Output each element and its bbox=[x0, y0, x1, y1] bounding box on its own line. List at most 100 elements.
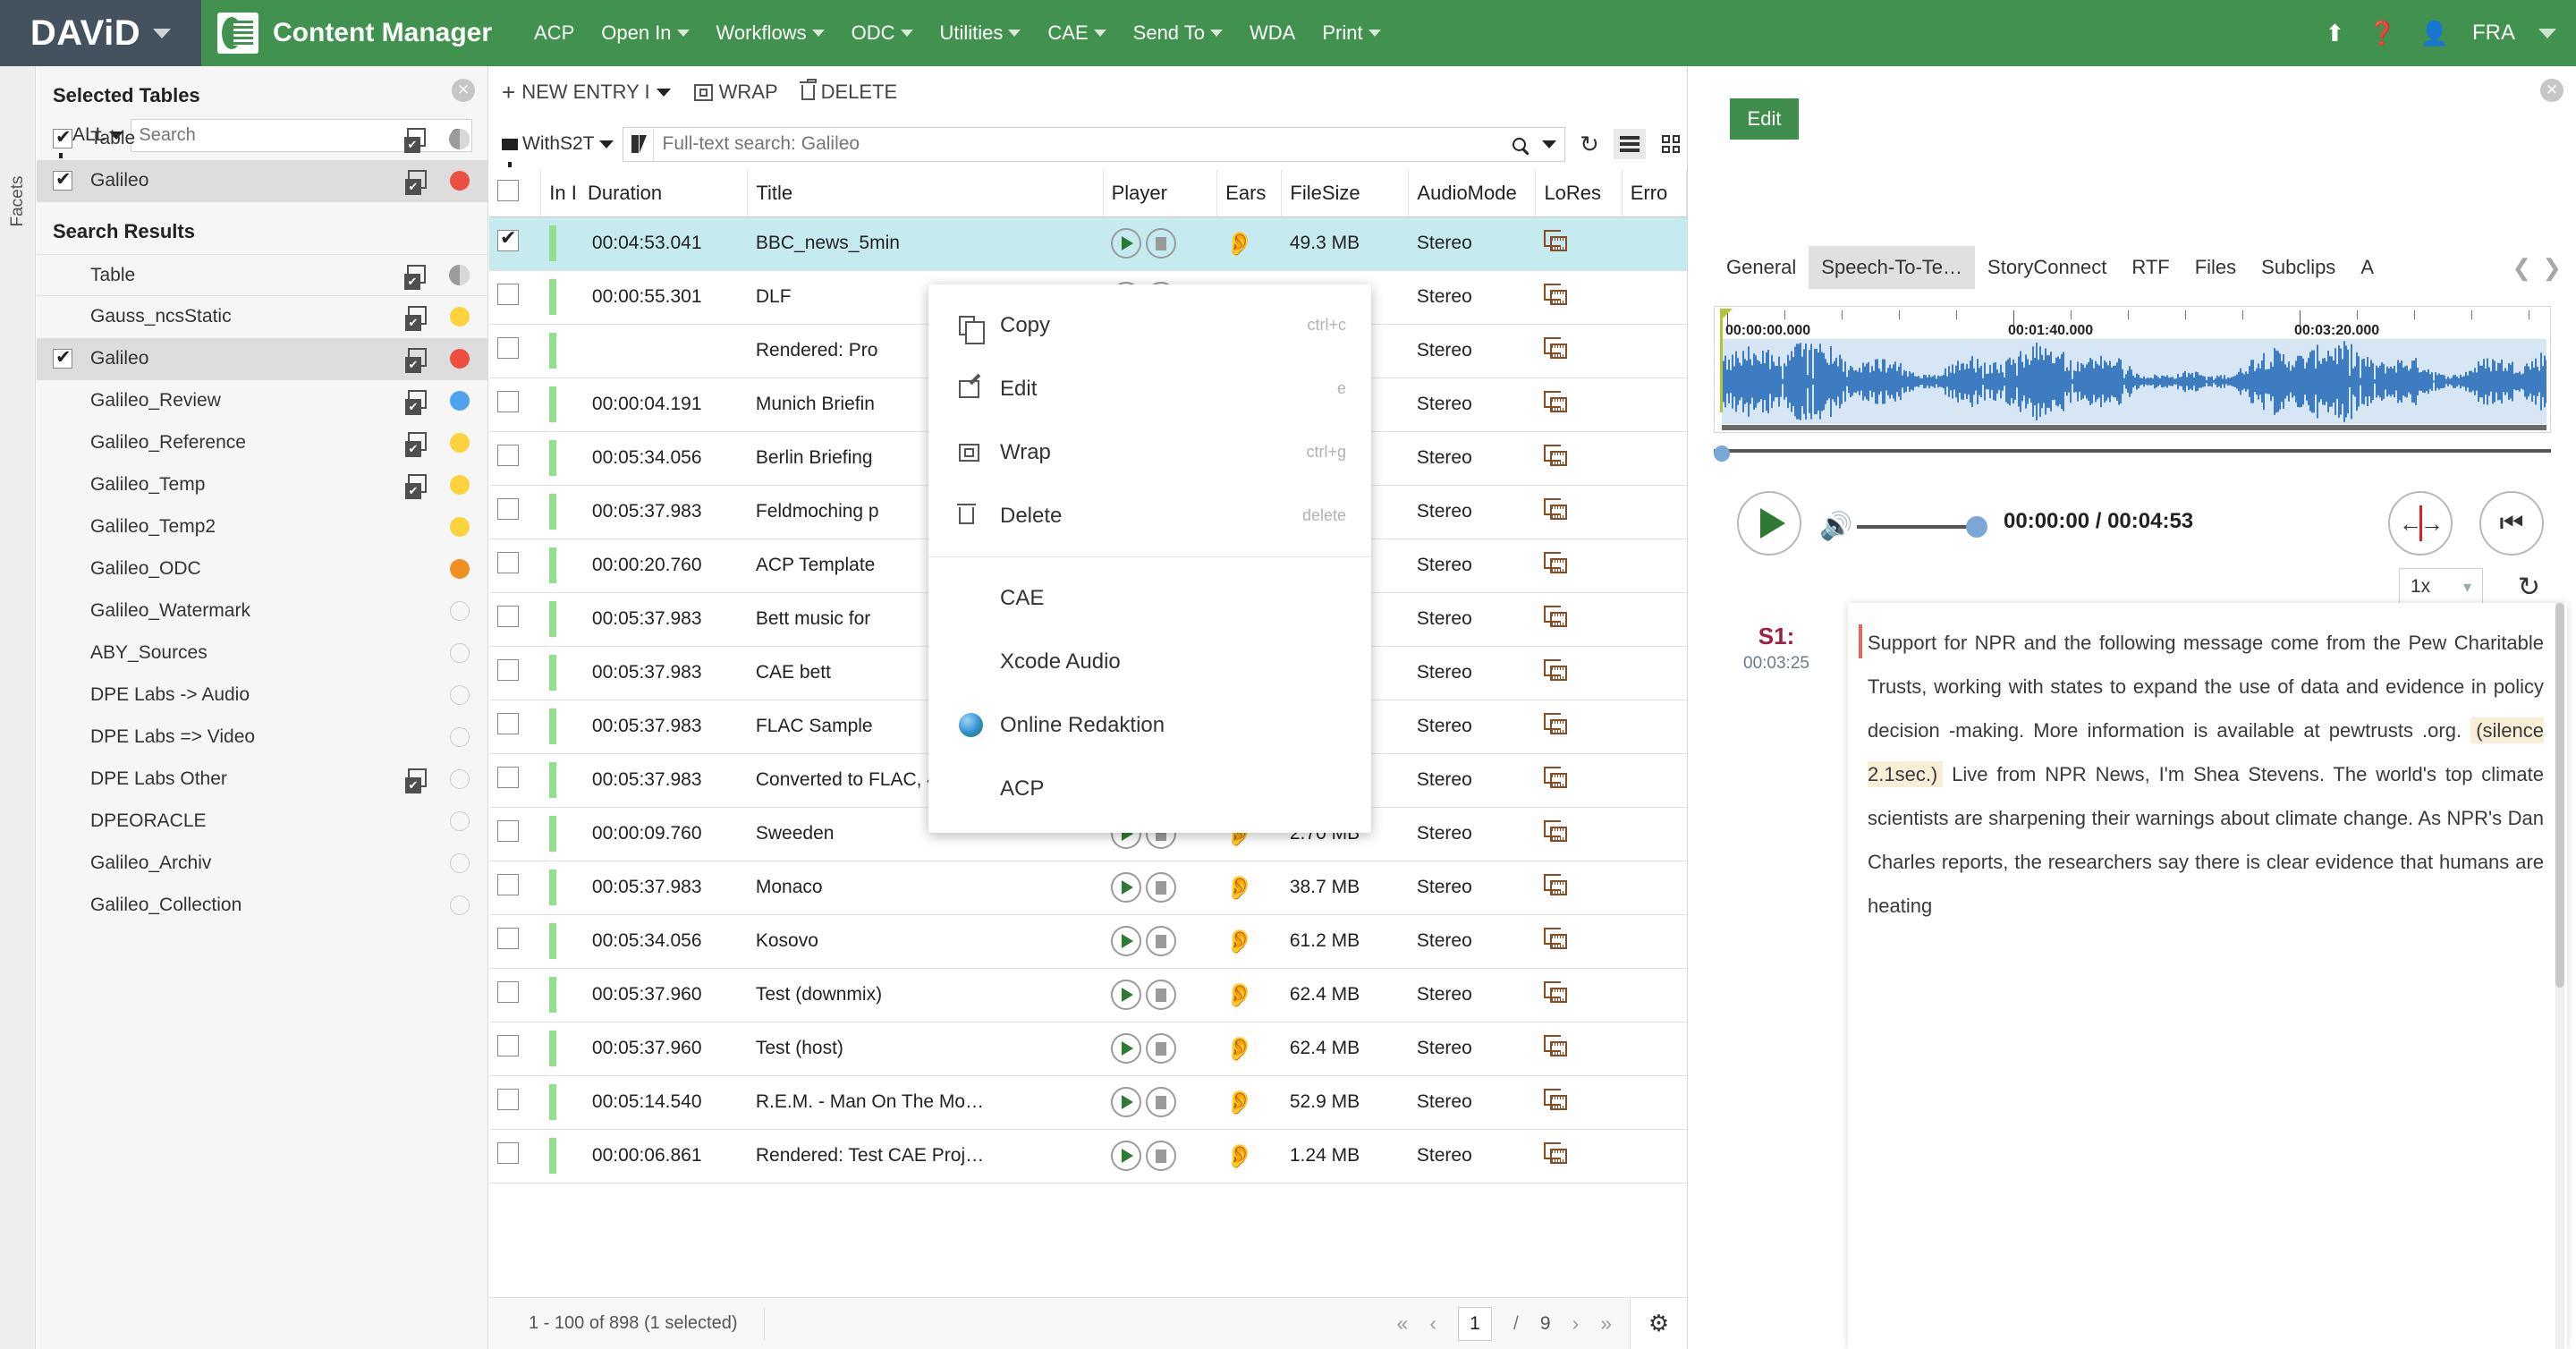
table-row[interactable]: 00:04:53.041BBC_news_5min👂49.3 MBStereo bbox=[489, 216, 1687, 270]
row-checkbox[interactable] bbox=[53, 129, 72, 148]
search-result-item[interactable]: DPEORACLE bbox=[37, 801, 487, 843]
row-checkbox-cell[interactable] bbox=[489, 592, 541, 646]
nav-item-workflows[interactable]: Workflows bbox=[703, 21, 838, 45]
row-checkbox-cell[interactable] bbox=[489, 1075, 541, 1129]
column-header-audiomode[interactable]: AudioMode bbox=[1409, 170, 1536, 216]
chevron-left-icon[interactable]: ❮ bbox=[2512, 254, 2531, 282]
search-result-item[interactable]: Galileo_Collection bbox=[37, 885, 487, 927]
row-play-button[interactable] bbox=[1111, 1141, 1141, 1171]
row-checkbox[interactable] bbox=[497, 659, 519, 681]
prev-page-button[interactable]: ‹ bbox=[1429, 1311, 1436, 1336]
search-result-item[interactable]: DPE Labs => Video bbox=[37, 717, 487, 759]
row-play-button[interactable] bbox=[1111, 228, 1141, 259]
last-page-button[interactable]: » bbox=[1600, 1311, 1612, 1336]
row-title[interactable]: Test (host) bbox=[748, 1022, 1103, 1075]
rewind-button[interactable]: ⏮ bbox=[2479, 491, 2544, 556]
row-stop-button[interactable] bbox=[1146, 926, 1176, 956]
grid-view-icon[interactable] bbox=[1655, 129, 1687, 159]
table-row[interactable]: 00:00:06.861Rendered: Test CAE Proj…👂1.2… bbox=[489, 1129, 1687, 1183]
waveform-scrollbar[interactable] bbox=[1714, 445, 2551, 456]
row-ears-cell[interactable]: 👂 bbox=[1217, 1022, 1282, 1075]
duplicate-icon[interactable] bbox=[404, 128, 426, 149]
fulltext-search-box[interactable] bbox=[623, 127, 1565, 162]
search-result-item[interactable]: Galileo_Watermark bbox=[37, 590, 487, 632]
first-page-button[interactable]: « bbox=[1397, 1311, 1409, 1336]
row-checkbox[interactable] bbox=[497, 874, 519, 895]
tab-storyconnect[interactable]: StoryConnect bbox=[1975, 246, 2119, 289]
transcript-scrollbar[interactable] bbox=[2555, 603, 2564, 1349]
row-checkbox[interactable] bbox=[497, 284, 519, 305]
search-result-item[interactable]: Gauss_ncsStatic bbox=[37, 296, 487, 338]
withs2t-filter-dropdown[interactable]: WithS2T bbox=[502, 133, 614, 155]
select-all-checkbox[interactable] bbox=[497, 180, 519, 201]
duplicate-icon[interactable] bbox=[405, 170, 427, 191]
table-row[interactable]: 00:05:37.983Monaco👂38.7 MBStereo bbox=[489, 861, 1687, 914]
row-player-cell[interactable] bbox=[1103, 914, 1217, 968]
row-checkbox[interactable] bbox=[497, 391, 519, 412]
nav-item-utilities[interactable]: Utilities bbox=[927, 21, 1035, 45]
row-checkbox-cell[interactable] bbox=[489, 807, 541, 861]
context-menu-item[interactable]: Edite bbox=[928, 357, 1371, 420]
tab-general[interactable]: General bbox=[1714, 246, 1809, 289]
context-menu-item[interactable]: Copyctrl+c bbox=[928, 293, 1371, 357]
row-checkbox-cell[interactable] bbox=[489, 753, 541, 807]
column-header-ears[interactable]: Ears bbox=[1217, 170, 1282, 216]
chevron-down-icon[interactable] bbox=[1534, 140, 1564, 148]
row-checkbox-cell[interactable] bbox=[489, 700, 541, 753]
column-header-lores[interactable]: LoRes bbox=[1536, 170, 1622, 216]
select-all-header[interactable] bbox=[489, 170, 541, 216]
search-result-item[interactable]: Galileo_ODC bbox=[37, 548, 487, 590]
column-header-error[interactable]: Erro bbox=[1622, 170, 1686, 216]
row-checkbox-cell[interactable] bbox=[489, 968, 541, 1022]
search-result-item[interactable]: Galileo_Reference bbox=[37, 422, 487, 464]
chevron-down-icon[interactable] bbox=[153, 29, 171, 38]
row-stop-button[interactable] bbox=[1146, 980, 1176, 1010]
row-checkbox[interactable] bbox=[53, 349, 72, 369]
row-play-button[interactable] bbox=[1111, 926, 1141, 956]
waveform-canvas[interactable] bbox=[1722, 339, 2546, 424]
close-icon[interactable]: ✕ bbox=[452, 79, 475, 102]
search-result-item[interactable]: DPE Labs -> Audio bbox=[37, 674, 487, 717]
row-ears-cell[interactable]: 👂 bbox=[1217, 914, 1282, 968]
selected-table-item[interactable]: Galileo bbox=[37, 160, 487, 202]
duplicate-icon[interactable] bbox=[405, 306, 427, 327]
row-checkbox-cell[interactable] bbox=[489, 216, 541, 270]
column-header-duration[interactable]: In I Duration bbox=[541, 170, 748, 216]
row-checkbox[interactable] bbox=[497, 498, 519, 520]
table-row[interactable]: 00:05:14.540R.E.M. - Man On The Mo…👂52.9… bbox=[489, 1075, 1687, 1129]
transcript-text[interactable]: Support for NPR and the following messag… bbox=[1868, 621, 2544, 928]
search-result-item[interactable]: Galileo_Temp2 bbox=[37, 506, 487, 548]
next-page-button[interactable]: › bbox=[1572, 1311, 1580, 1336]
new-entry-button[interactable]: + NEW ENTRY I bbox=[502, 81, 671, 104]
row-checkbox[interactable] bbox=[497, 445, 519, 466]
column-header-player[interactable]: Player bbox=[1103, 170, 1217, 216]
row-ears-cell[interactable]: 👂 bbox=[1217, 1075, 1282, 1129]
row-ears-cell[interactable]: 👂 bbox=[1217, 1129, 1282, 1183]
waveform-viewer[interactable]: 00:00:00.000 00:01:40.000 00:03:20.000 bbox=[1714, 306, 2551, 433]
context-menu-item[interactable]: Xcode Audio bbox=[928, 630, 1371, 693]
upload-arrow-icon[interactable]: ⬆ bbox=[2325, 20, 2344, 47]
row-checkbox[interactable] bbox=[497, 1089, 519, 1110]
row-title[interactable]: BBC_news_5min bbox=[748, 216, 1103, 270]
edit-button[interactable]: Edit bbox=[1730, 98, 1799, 140]
row-title[interactable]: R.E.M. - Man On The Mo… bbox=[748, 1075, 1103, 1129]
duplicate-icon[interactable] bbox=[405, 348, 427, 369]
row-player-cell[interactable] bbox=[1103, 1129, 1217, 1183]
page-number-input[interactable]: 1 bbox=[1458, 1307, 1492, 1341]
row-checkbox-cell[interactable] bbox=[489, 539, 541, 592]
playhead-marker-icon[interactable] bbox=[1720, 309, 1733, 321]
nav-item-odc[interactable]: ODC bbox=[838, 21, 927, 45]
play-button[interactable] bbox=[1737, 491, 1801, 556]
row-stop-button[interactable] bbox=[1146, 872, 1176, 903]
row-checkbox[interactable] bbox=[53, 171, 72, 191]
chevron-down-icon[interactable] bbox=[2538, 29, 2556, 38]
nav-item-cae[interactable]: CAE bbox=[1034, 21, 1119, 45]
help-icon[interactable]: ❓ bbox=[2368, 20, 2396, 47]
tab-files[interactable]: Files bbox=[2182, 246, 2249, 289]
row-checkbox-cell[interactable] bbox=[489, 914, 541, 968]
row-player-cell[interactable] bbox=[1103, 1075, 1217, 1129]
row-ears-cell[interactable]: 👂 bbox=[1217, 216, 1282, 270]
row-player-cell[interactable] bbox=[1103, 968, 1217, 1022]
row-checkbox[interactable] bbox=[497, 337, 519, 359]
search-result-item[interactable]: DPE Labs Other bbox=[37, 759, 487, 801]
